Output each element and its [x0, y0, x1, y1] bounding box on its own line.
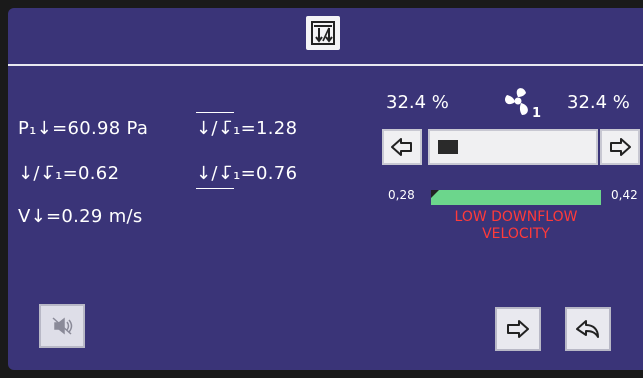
fan-percent-right: 32.4 % — [567, 92, 630, 113]
arrow-right-icon — [507, 320, 529, 338]
ratio-underline — [196, 188, 234, 189]
velocity-min-label: 0,28 — [388, 188, 415, 202]
down-ratio-icon: ↓/↓̄₁ — [18, 163, 63, 184]
ratio-overline — [196, 112, 234, 113]
down-arrow-icon: ↓ — [30, 206, 47, 227]
down-ratio-icon: ↓/↓̄₁ — [196, 118, 241, 139]
fan-percent-left: 32.4 % — [386, 92, 449, 113]
velocity-max-label: 0,42 — [611, 188, 638, 202]
ratio-value-3: =0.76 — [240, 163, 298, 184]
status-line-2: VELOCITY — [482, 226, 550, 242]
next-button[interactable] — [495, 307, 541, 351]
decrease-speed-button[interactable] — [382, 129, 422, 165]
ratio-value-2: =1.28 — [240, 118, 298, 139]
back-arrow-icon — [576, 320, 599, 338]
control-screen: P₁↓=60.98 Pa ↓/↓̄₁=0.62 V↓=0.29 m/s ↓/↓̄… — [8, 8, 643, 370]
fan-speed-slider[interactable] — [428, 129, 598, 165]
status-line-1: LOW DOWNFLOW — [454, 209, 578, 225]
velocity-marker — [431, 190, 439, 198]
velocity-value: =0.29 m/s — [46, 206, 143, 227]
svg-text:1: 1 — [532, 106, 541, 121]
fan-icon: 1 — [498, 83, 546, 123]
velocity-reading: V↓=0.29 m/s — [18, 206, 143, 227]
down-ratio-icon: ↓/↓̄₁ — [196, 163, 241, 184]
filter-flow-icon[interactable] — [306, 16, 340, 50]
arrow-right-icon — [610, 138, 631, 156]
pressure-reading: P₁↓=60.98 Pa — [18, 118, 148, 139]
velocity-bar — [431, 190, 601, 205]
ratio-reading-2: ↓/↓̄₁=1.28 — [196, 118, 297, 139]
alarm-mute-button[interactable] — [39, 304, 85, 348]
arrow-left-icon — [391, 138, 412, 156]
down-arrow-icon: ↓ — [36, 118, 53, 139]
ratio-value-1: =0.62 — [62, 163, 120, 184]
velocity-status: LOW DOWNFLOW VELOCITY — [431, 209, 601, 243]
ratio-reading-1: ↓/↓̄₁=0.62 — [18, 163, 119, 184]
fan-speed-fill — [438, 140, 458, 154]
pressure-label: P₁ — [18, 118, 37, 139]
alarm-mute-icon — [52, 317, 73, 335]
pressure-value: =60.98 Pa — [52, 118, 149, 139]
header-divider — [8, 64, 643, 66]
velocity-label: V — [18, 206, 31, 227]
increase-speed-button[interactable] — [600, 129, 640, 165]
ratio-reading-3: ↓/↓̄₁=0.76 — [196, 163, 297, 184]
back-button[interactable] — [565, 307, 611, 351]
